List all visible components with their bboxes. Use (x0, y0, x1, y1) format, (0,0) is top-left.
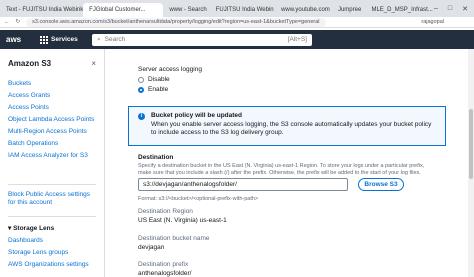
reload-icon[interactable]: ↻ (16, 19, 21, 25)
disable-label: Disable (148, 76, 170, 83)
destination-label: Destination (138, 154, 174, 161)
info-title: Bucket policy will be updated (151, 112, 243, 119)
caret-down-icon: ▾ (8, 225, 12, 232)
destination-description: Specify a destination bucket in the US E… (138, 163, 425, 176)
destination-bucket-value: devjagan (138, 244, 165, 251)
disable-radio[interactable]: Disable (138, 76, 170, 83)
browser-tab[interactable]: www.youtube.com (275, 3, 332, 17)
search-shortcut: [Alt+S] (287, 36, 307, 43)
storage-lens-heading[interactable]: ▾ Storage Lens (0, 223, 104, 235)
sidebar-item-organizations-settings[interactable]: AWS Organizations settings (0, 259, 104, 271)
aws-top-nav: aws Services ⌕ Search [Alt+S] (0, 30, 474, 49)
browser-tab[interactable]: MLE_D_MSP_Infrast... (365, 3, 434, 17)
storage-lens-label: Storage Lens (13, 225, 55, 232)
info-text: When you enable server access logging, t… (151, 121, 432, 136)
browser-tab-bar: Text - FUJITSU India Webink FJGlobal Cus… (0, 0, 474, 17)
browse-s3-button[interactable]: Browse S3 (358, 178, 404, 191)
destination-format-hint: Format: s3://<bucket>/<optional-prefix-w… (138, 196, 259, 202)
services-grid-icon (40, 35, 48, 44)
sidebar-divider (8, 184, 96, 185)
destination-region-value: US East (N. Virginia) us-east-1 (138, 217, 227, 224)
sidebar-item-batch-operations[interactable]: Batch Operations (0, 138, 104, 150)
server-access-logging-label: Server access logging (138, 66, 202, 73)
aws-search-input[interactable]: ⌕ Search [Alt+S] (92, 33, 312, 46)
sidebar-item-storage-lens-groups[interactable]: Storage Lens groups (0, 247, 104, 259)
scrollbar-thumb[interactable] (469, 109, 473, 179)
sidebar-item-access-grants[interactable]: Access Grants (0, 90, 104, 102)
destination-bucket-label: Destination bucket name (138, 235, 210, 242)
sidebar-title: Amazon S3 × (0, 49, 104, 68)
sidebar-item-object-lambda[interactable]: Object Lambda Access Points (0, 114, 104, 126)
scrollbar[interactable] (468, 49, 474, 277)
sidebar-item-buckets[interactable]: Buckets (0, 78, 104, 90)
minimize-icon[interactable]: – (434, 5, 438, 13)
browser-tab[interactable]: Jumpree (332, 3, 366, 17)
address-bar: ← ↻ s3.console.aws.amazon.com/s3/bucket/… (0, 17, 474, 28)
sidebar-title-text: Amazon S3 (8, 59, 52, 68)
browser-tab[interactable]: Text - FUJITSU India Webink (0, 3, 83, 17)
services-label: Services (51, 36, 78, 43)
enable-radio[interactable]: Enable (138, 86, 168, 93)
search-placeholder: Search (104, 36, 126, 43)
sidebar-item-block-public-access[interactable]: Block Public Access settings for this ac… (0, 191, 104, 210)
destination-prefix-value: anthenalogsfolder/ (138, 270, 192, 277)
radio-button-off[interactable] (138, 76, 144, 83)
window-controls: – □ ✕ (434, 5, 474, 13)
enable-label: Enable (148, 86, 169, 93)
browser-tab[interactable]: www - Search (163, 3, 209, 17)
radio-button-on[interactable] (138, 86, 144, 93)
sidebar-divider (8, 216, 96, 217)
url-field[interactable]: s3.console.aws.amazon.com/s3/bucket/anth… (26, 17, 327, 27)
destination-prefix-label: Destination prefix (138, 261, 189, 268)
close-icon[interactable]: × (91, 59, 96, 68)
profile-name[interactable]: rajagopal (421, 19, 474, 25)
info-icon: i (138, 113, 145, 120)
close-window-icon[interactable]: ✕ (462, 5, 468, 13)
maximize-icon[interactable]: □ (448, 5, 452, 13)
sidebar-item-multi-region[interactable]: Multi-Region Access Points (0, 126, 104, 138)
destination-input[interactable]: s3://devjagan/anthenalogsfolder/ (138, 178, 348, 191)
back-icon[interactable]: ← (4, 19, 10, 25)
services-menu[interactable]: Services (40, 35, 80, 44)
info-alert: i Bucket policy will be updated When you… (128, 106, 446, 146)
browser-tab[interactable]: FUJITSU India Webin (210, 3, 275, 17)
search-icon: ⌕ (97, 35, 101, 43)
destination-region-label: Destination Region (138, 208, 193, 215)
sidebar-item-access-points[interactable]: Access Points (0, 102, 104, 114)
sidebar-item-dashboards[interactable]: Dashboards (0, 235, 104, 247)
sidebar-item-iam-analyzer[interactable]: IAM Access Analyzer for S3 (0, 150, 104, 162)
sidebar: Amazon S3 × Buckets Access Grants Access… (0, 49, 105, 277)
browser-tab-active[interactable]: FJGlobal Customer... (83, 3, 164, 17)
aws-logo[interactable]: aws (0, 35, 40, 44)
main-content: Server access logging Disable Enable i B… (106, 49, 474, 277)
